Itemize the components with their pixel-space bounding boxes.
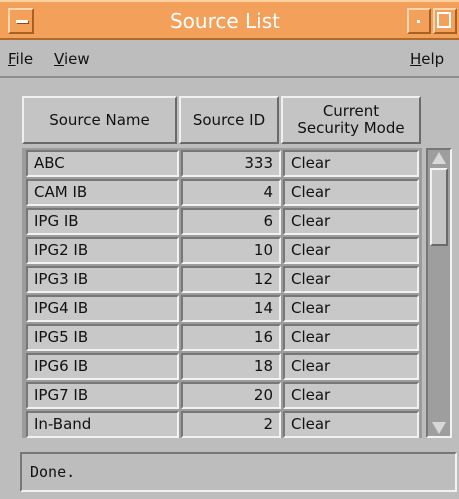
table-row[interactable]: IPG5 IB 16 Clear	[22, 324, 422, 351]
table-row[interactable]: In-Band 2 Clear	[22, 411, 422, 438]
cell-source-id: 18	[181, 353, 281, 380]
cell-security-mode: Clear	[283, 150, 419, 177]
table-row[interactable]: IPG6 IB 18 Clear	[22, 353, 422, 380]
header-source-name-label: Source Name	[49, 110, 150, 129]
cell-source-id: 16	[181, 324, 281, 351]
status-text: Done.	[30, 463, 76, 481]
cell-source-id: 14	[181, 295, 281, 322]
header-source-id-label: Source ID	[192, 110, 266, 129]
cell-source-id: 12	[181, 266, 281, 293]
header-source-id[interactable]: Source ID	[179, 96, 279, 144]
cell-source-id: 10	[181, 237, 281, 264]
cell-source-name: IPG4 IB	[26, 295, 179, 322]
cell-security-mode: Clear	[283, 179, 419, 206]
menu-view[interactable]: View	[54, 50, 90, 68]
menu-file[interactable]: File	[8, 50, 33, 68]
cell-source-name: IPG2 IB	[26, 237, 179, 264]
scroll-down-arrow-icon[interactable]	[432, 420, 446, 434]
cell-security-mode: Clear	[283, 382, 419, 409]
table-row[interactable]: IPG7 IB 20 Clear	[22, 382, 422, 409]
table-row[interactable]: IPG2 IB 10 Clear	[22, 237, 422, 264]
cell-source-name: In-Band	[26, 411, 179, 438]
cell-source-id: 2	[181, 411, 281, 438]
cell-security-mode: Clear	[283, 353, 419, 380]
cell-security-mode: Clear	[283, 237, 419, 264]
cell-source-id: 4	[181, 179, 281, 206]
vertical-scrollbar[interactable]	[426, 148, 452, 438]
menu-help[interactable]: Help	[410, 50, 444, 68]
menu-bar: File View Help	[0, 40, 459, 78]
scrollbar-thumb[interactable]	[430, 168, 448, 246]
table-row[interactable]: IPG IB 6 Clear	[22, 208, 422, 235]
source-table: Source Name Source ID Current Security M…	[22, 96, 454, 441]
scroll-up-arrow-icon[interactable]	[432, 152, 446, 166]
window-menu-icon[interactable]	[8, 8, 34, 34]
cell-source-id: 20	[181, 382, 281, 409]
cell-source-id: 6	[181, 208, 281, 235]
table-body: ABC 333 Clear CAM IB 4 Clear IPG IB 6 Cl…	[22, 148, 422, 438]
cell-source-name: CAM IB	[26, 179, 179, 206]
cell-source-id: 333	[181, 150, 281, 177]
table-row[interactable]: IPG4 IB 14 Clear	[22, 295, 422, 322]
title-bar[interactable]: Source List	[0, 0, 459, 40]
minimize-icon[interactable]	[407, 8, 431, 34]
cell-source-name: IPG6 IB	[26, 353, 179, 380]
status-bar: Done.	[20, 452, 457, 492]
window-title: Source List	[169, 9, 280, 33]
header-source-name[interactable]: Source Name	[22, 96, 177, 144]
cell-source-name: IPG3 IB	[26, 266, 179, 293]
source-list-window: Source List File View Help Source Name S…	[0, 0, 459, 499]
cell-source-name: ABC	[26, 150, 179, 177]
header-security-mode-line1: Current	[322, 102, 380, 120]
cell-source-name: IPG7 IB	[26, 382, 179, 409]
cell-security-mode: Clear	[283, 411, 419, 438]
header-security-mode-line2: Security Mode	[297, 119, 405, 137]
cell-source-name: IPG5 IB	[26, 324, 179, 351]
cell-security-mode: Clear	[283, 208, 419, 235]
cell-security-mode: Clear	[283, 324, 419, 351]
cell-security-mode: Clear	[283, 266, 419, 293]
table-row[interactable]: IPG3 IB 12 Clear	[22, 266, 422, 293]
maximize-icon[interactable]	[433, 8, 457, 34]
cell-source-name: IPG IB	[26, 208, 179, 235]
left-margin	[0, 78, 20, 499]
cell-security-mode: Clear	[283, 295, 419, 322]
table-row[interactable]: CAM IB 4 Clear	[22, 179, 422, 206]
header-security-mode[interactable]: Current Security Mode	[281, 96, 421, 144]
table-row[interactable]: ABC 333 Clear	[22, 150, 422, 177]
